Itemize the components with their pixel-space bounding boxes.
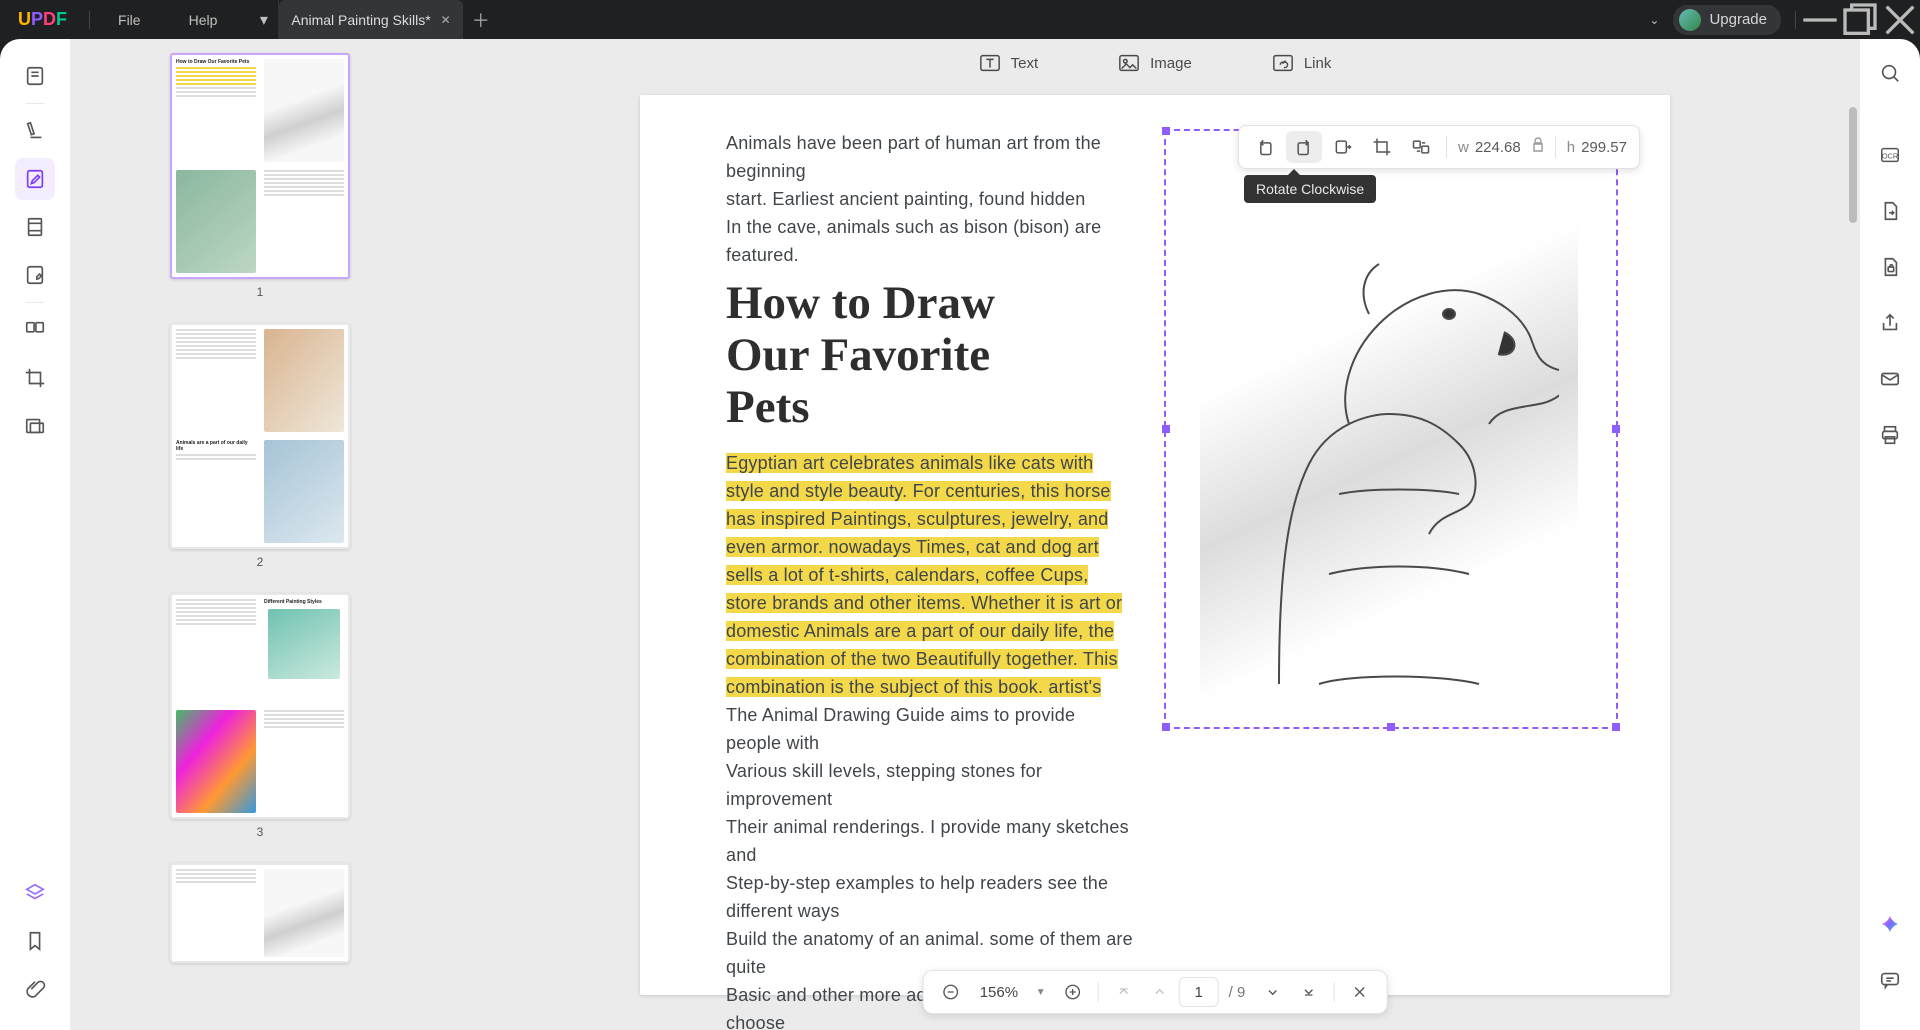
upgrade-button[interactable]: Upgrade xyxy=(1673,5,1781,35)
new-tab-button[interactable]: ＋ xyxy=(463,0,499,39)
zoom-in-button[interactable] xyxy=(1056,975,1090,1009)
zoom-out-button[interactable] xyxy=(934,975,968,1009)
redact-tool[interactable] xyxy=(15,405,55,447)
tab-list-button[interactable]: ▾ xyxy=(249,0,279,39)
edit-pdf-tool[interactable] xyxy=(15,158,55,200)
rotate-right-button[interactable] xyxy=(1286,131,1322,163)
crop-image-button[interactable] xyxy=(1364,131,1400,163)
close-button[interactable] xyxy=(1880,0,1920,39)
sep xyxy=(1795,11,1796,29)
edit-text-button[interactable]: Text xyxy=(979,53,1039,73)
rotate-left-button[interactable] xyxy=(1247,131,1283,163)
sep xyxy=(1098,982,1099,1002)
avatar-icon xyxy=(1679,9,1701,31)
thumb-number: 2 xyxy=(257,555,264,569)
page-heading: How to Draw Our Favorite Pets xyxy=(726,277,1026,433)
edit-link-button[interactable]: Link xyxy=(1272,53,1332,73)
highlighted-text: Egyptian art celebrates animals like cat… xyxy=(726,449,1134,701)
close-bar-button[interactable] xyxy=(1342,975,1376,1009)
sep xyxy=(1333,982,1334,1002)
reader-tool[interactable] xyxy=(15,55,55,97)
sep xyxy=(26,103,44,104)
bookmark-button[interactable] xyxy=(15,920,55,962)
page-total: / 9 xyxy=(1221,984,1254,1001)
page-tool[interactable] xyxy=(15,206,55,248)
sep xyxy=(1555,136,1556,158)
zoom-value[interactable]: 156% xyxy=(970,984,1034,1001)
zoom-dropdown-icon[interactable]: ▼ xyxy=(1036,987,1054,998)
sep xyxy=(1446,136,1447,158)
thumb-number: 1 xyxy=(257,285,264,299)
search-button[interactable] xyxy=(1870,53,1910,93)
form-tool[interactable] xyxy=(15,254,55,296)
edit-image-label: Image xyxy=(1150,55,1192,72)
page-thumbnail[interactable]: Animals are a part of our daily life xyxy=(170,323,350,549)
dog-sketch-image xyxy=(1200,129,1578,719)
last-page-button[interactable] xyxy=(1291,975,1325,1009)
page-thumbnail[interactable] xyxy=(170,863,350,963)
image-edit-toolbar: w224.68 h299.57 xyxy=(1238,125,1640,169)
edit-image-button[interactable]: Image xyxy=(1118,53,1192,73)
extract-image-button[interactable] xyxy=(1325,131,1361,163)
scrollbar-thumb[interactable] xyxy=(1849,107,1857,223)
close-icon[interactable]: ✕ xyxy=(441,13,451,27)
attachment-button[interactable] xyxy=(15,968,55,1010)
crop-tool[interactable] xyxy=(15,357,55,399)
tooltip: Rotate Clockwise xyxy=(1244,175,1376,203)
sep xyxy=(89,11,90,29)
email-button[interactable] xyxy=(1870,359,1910,399)
thumbnail-panel: How to Draw Our Favorite Pets 1 Animals … xyxy=(70,39,450,1030)
edit-link-label: Link xyxy=(1304,55,1332,72)
lock-aspect-icon[interactable] xyxy=(1528,136,1548,159)
replace-image-button[interactable] xyxy=(1403,131,1439,163)
width-field[interactable]: w224.68 xyxy=(1454,139,1525,156)
print-button[interactable] xyxy=(1870,415,1910,455)
ocr-button[interactable]: OCR xyxy=(1870,135,1910,175)
thumb-number: 3 xyxy=(257,825,264,839)
chat-button[interactable] xyxy=(1870,960,1910,1000)
logo: UPDF xyxy=(0,9,85,30)
page-thumbnail[interactable]: How to Draw Our Favorite Pets xyxy=(170,53,350,279)
organize-tool[interactable] xyxy=(15,309,55,351)
share-button[interactable] xyxy=(1870,303,1910,343)
minimize-button[interactable] xyxy=(1800,0,1840,39)
upgrade-label: Upgrade xyxy=(1709,11,1767,28)
document-page: Animals have been part of human art from… xyxy=(640,95,1670,995)
menu-file[interactable]: File xyxy=(94,0,165,39)
intro-text: Animals have been part of human art from… xyxy=(726,129,1134,269)
first-page-button[interactable] xyxy=(1107,975,1141,1009)
svg-text:OCR: OCR xyxy=(1882,152,1898,161)
export-button[interactable] xyxy=(1870,191,1910,231)
menu-help[interactable]: Help xyxy=(165,0,242,39)
selected-image[interactable] xyxy=(1164,129,1584,719)
edit-text-label: Text xyxy=(1011,55,1039,72)
zoom-bar: 156% ▼ / 9 xyxy=(923,970,1388,1014)
protect-button[interactable] xyxy=(1870,247,1910,287)
sep xyxy=(26,302,44,303)
layers-button[interactable] xyxy=(15,872,55,914)
tab-title: Animal Painting Skills* xyxy=(291,12,430,28)
height-field[interactable]: h299.57 xyxy=(1563,139,1631,156)
page-input[interactable] xyxy=(1179,977,1219,1007)
next-page-button[interactable] xyxy=(1255,975,1289,1009)
ai-button[interactable] xyxy=(1870,904,1910,944)
comment-tool[interactable] xyxy=(15,110,55,152)
document-tab[interactable]: Animal Painting Skills* ✕ xyxy=(279,0,462,39)
page-thumbnail[interactable]: Different Painting Styles xyxy=(170,593,350,819)
collapse-chevron-icon[interactable]: ⌄ xyxy=(1635,13,1673,27)
prev-page-button[interactable] xyxy=(1143,975,1177,1009)
maximize-button[interactable] xyxy=(1840,0,1880,39)
